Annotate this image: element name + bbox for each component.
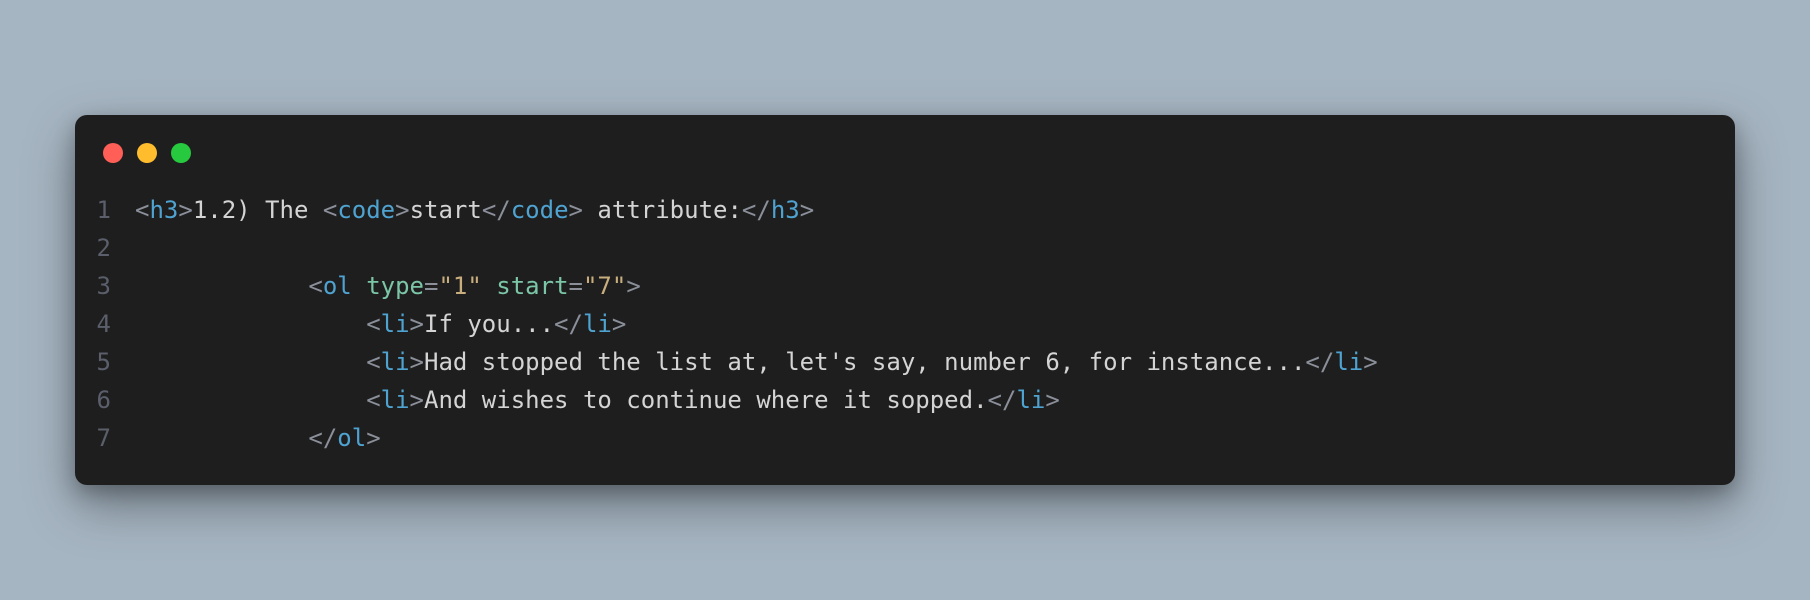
code-line[interactable]: 2 xyxy=(75,229,1735,267)
token-tag: li xyxy=(1016,386,1045,414)
token-tag: h3 xyxy=(771,196,800,224)
token-tag: code xyxy=(511,196,569,224)
token-bracket: > xyxy=(569,196,583,224)
token-bracket: </ xyxy=(742,196,771,224)
minimize-icon[interactable] xyxy=(137,143,157,163)
line-content[interactable]: <h3>1.2) The <code>start</code> attribut… xyxy=(135,191,1735,229)
token-bracket: </ xyxy=(988,386,1017,414)
token-bracket: > xyxy=(626,272,640,300)
code-line[interactable]: 6 <li>And wishes to continue where it so… xyxy=(75,381,1735,419)
token-text: If you... xyxy=(424,310,554,338)
token-bracket: < xyxy=(323,196,337,224)
token-op: = xyxy=(424,272,438,300)
line-content[interactable]: <li>If you...</li> xyxy=(135,305,1735,343)
token-bracket: < xyxy=(135,196,149,224)
zoom-icon[interactable] xyxy=(171,143,191,163)
line-number: 1 xyxy=(75,191,135,229)
token-tag: li xyxy=(381,310,410,338)
token-bracket: </ xyxy=(482,196,511,224)
token-tag: li xyxy=(583,310,612,338)
code-area[interactable]: 1<h3>1.2) The <code>start</code> attribu… xyxy=(75,191,1735,457)
code-line[interactable]: 4 <li>If you...</li> xyxy=(75,305,1735,343)
token-bracket: </ xyxy=(554,310,583,338)
token-bracket: < xyxy=(366,348,380,376)
token-attr: start xyxy=(496,272,568,300)
token-bracket: </ xyxy=(1305,348,1334,376)
close-icon[interactable] xyxy=(103,143,123,163)
token-tag: li xyxy=(1334,348,1363,376)
token-bracket: > xyxy=(410,310,424,338)
token-text xyxy=(482,272,496,300)
line-number: 3 xyxy=(75,267,135,305)
token-bracket: > xyxy=(366,424,380,452)
token-bracket: > xyxy=(612,310,626,338)
code-line[interactable]: 5 <li>Had stopped the list at, let's say… xyxy=(75,343,1735,381)
token-string: "7" xyxy=(583,272,626,300)
token-text: attribute: xyxy=(583,196,742,224)
line-content[interactable]: <ol type="1" start="7"> xyxy=(135,267,1735,305)
token-bracket: > xyxy=(395,196,409,224)
code-line[interactable]: 7 </ol> xyxy=(75,419,1735,457)
line-content[interactable] xyxy=(135,229,1735,267)
token-bracket: < xyxy=(366,386,380,414)
token-bracket: > xyxy=(1363,348,1377,376)
token-text: And wishes to continue where it sopped. xyxy=(424,386,988,414)
token-tag: h3 xyxy=(149,196,178,224)
line-number: 5 xyxy=(75,343,135,381)
token-bracket: < xyxy=(308,272,322,300)
token-bracket: < xyxy=(366,310,380,338)
token-text: start xyxy=(410,196,482,224)
line-number: 4 xyxy=(75,305,135,343)
line-content[interactable]: </ol> xyxy=(135,419,1735,457)
token-bracket: </ xyxy=(308,424,337,452)
token-bracket: > xyxy=(1045,386,1059,414)
line-number: 7 xyxy=(75,419,135,457)
token-text: 1.2) The xyxy=(193,196,323,224)
token-bracket: > xyxy=(178,196,192,224)
token-attr: type xyxy=(366,272,424,300)
token-bracket: > xyxy=(410,386,424,414)
line-number: 2 xyxy=(75,229,135,267)
token-tag: ol xyxy=(337,424,366,452)
token-string: "1" xyxy=(438,272,481,300)
line-number: 6 xyxy=(75,381,135,419)
code-line[interactable]: 3 <ol type="1" start="7"> xyxy=(75,267,1735,305)
code-editor-window: 1<h3>1.2) The <code>start</code> attribu… xyxy=(75,115,1735,485)
token-bracket: > xyxy=(410,348,424,376)
token-tag: ol xyxy=(323,272,352,300)
token-text: Had stopped the list at, let's say, numb… xyxy=(424,348,1305,376)
token-tag: li xyxy=(381,386,410,414)
token-op: = xyxy=(569,272,583,300)
line-content[interactable]: <li>Had stopped the list at, let's say, … xyxy=(135,343,1735,381)
token-tag: code xyxy=(337,196,395,224)
code-line[interactable]: 1<h3>1.2) The <code>start</code> attribu… xyxy=(75,191,1735,229)
token-text xyxy=(352,272,366,300)
token-bracket: > xyxy=(800,196,814,224)
line-content[interactable]: <li>And wishes to continue where it sopp… xyxy=(135,381,1735,419)
window-titlebar xyxy=(75,143,1735,191)
token-tag: li xyxy=(381,348,410,376)
